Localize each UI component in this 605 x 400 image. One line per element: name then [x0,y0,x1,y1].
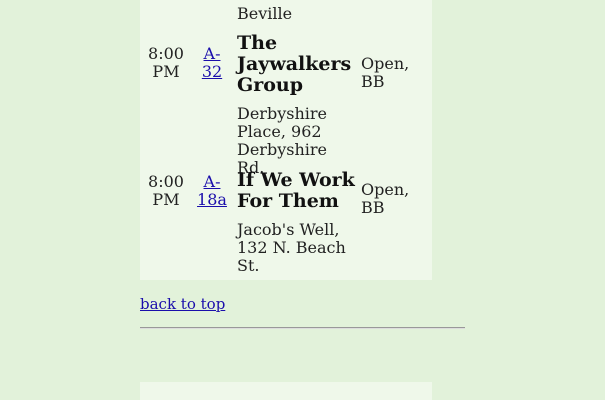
meeting-code: A-32 [196,45,228,81]
meeting-time: 8:00 PM [148,44,184,81]
meeting-status: Open, BB [361,54,410,91]
meeting-name: The Jaywalkers Group [237,32,352,96]
meeting-name: If We Work For Them [237,169,355,212]
meeting-location: Derbyshire Place, 962 Derbyshire Rd. [237,104,327,177]
meeting-location: Jacob's Well, 132 N. Beach St. [237,220,346,275]
meeting-code: A-18a [196,173,228,209]
meeting-code-link[interactable]: A-18a [197,172,227,209]
meeting-table: Beville 8:00 PM A-32 The Jaywalkers Grou… [140,0,432,280]
previous-location-text: Beville [237,4,293,23]
meeting-status: Open, BB [361,180,410,217]
meeting-code-link[interactable]: A-32 [202,44,222,81]
next-meeting-table [140,382,432,400]
meeting-time: 8:00 PM [148,172,184,209]
horizontal-divider [140,327,465,329]
back-to-top-link[interactable]: back to top [140,295,225,313]
